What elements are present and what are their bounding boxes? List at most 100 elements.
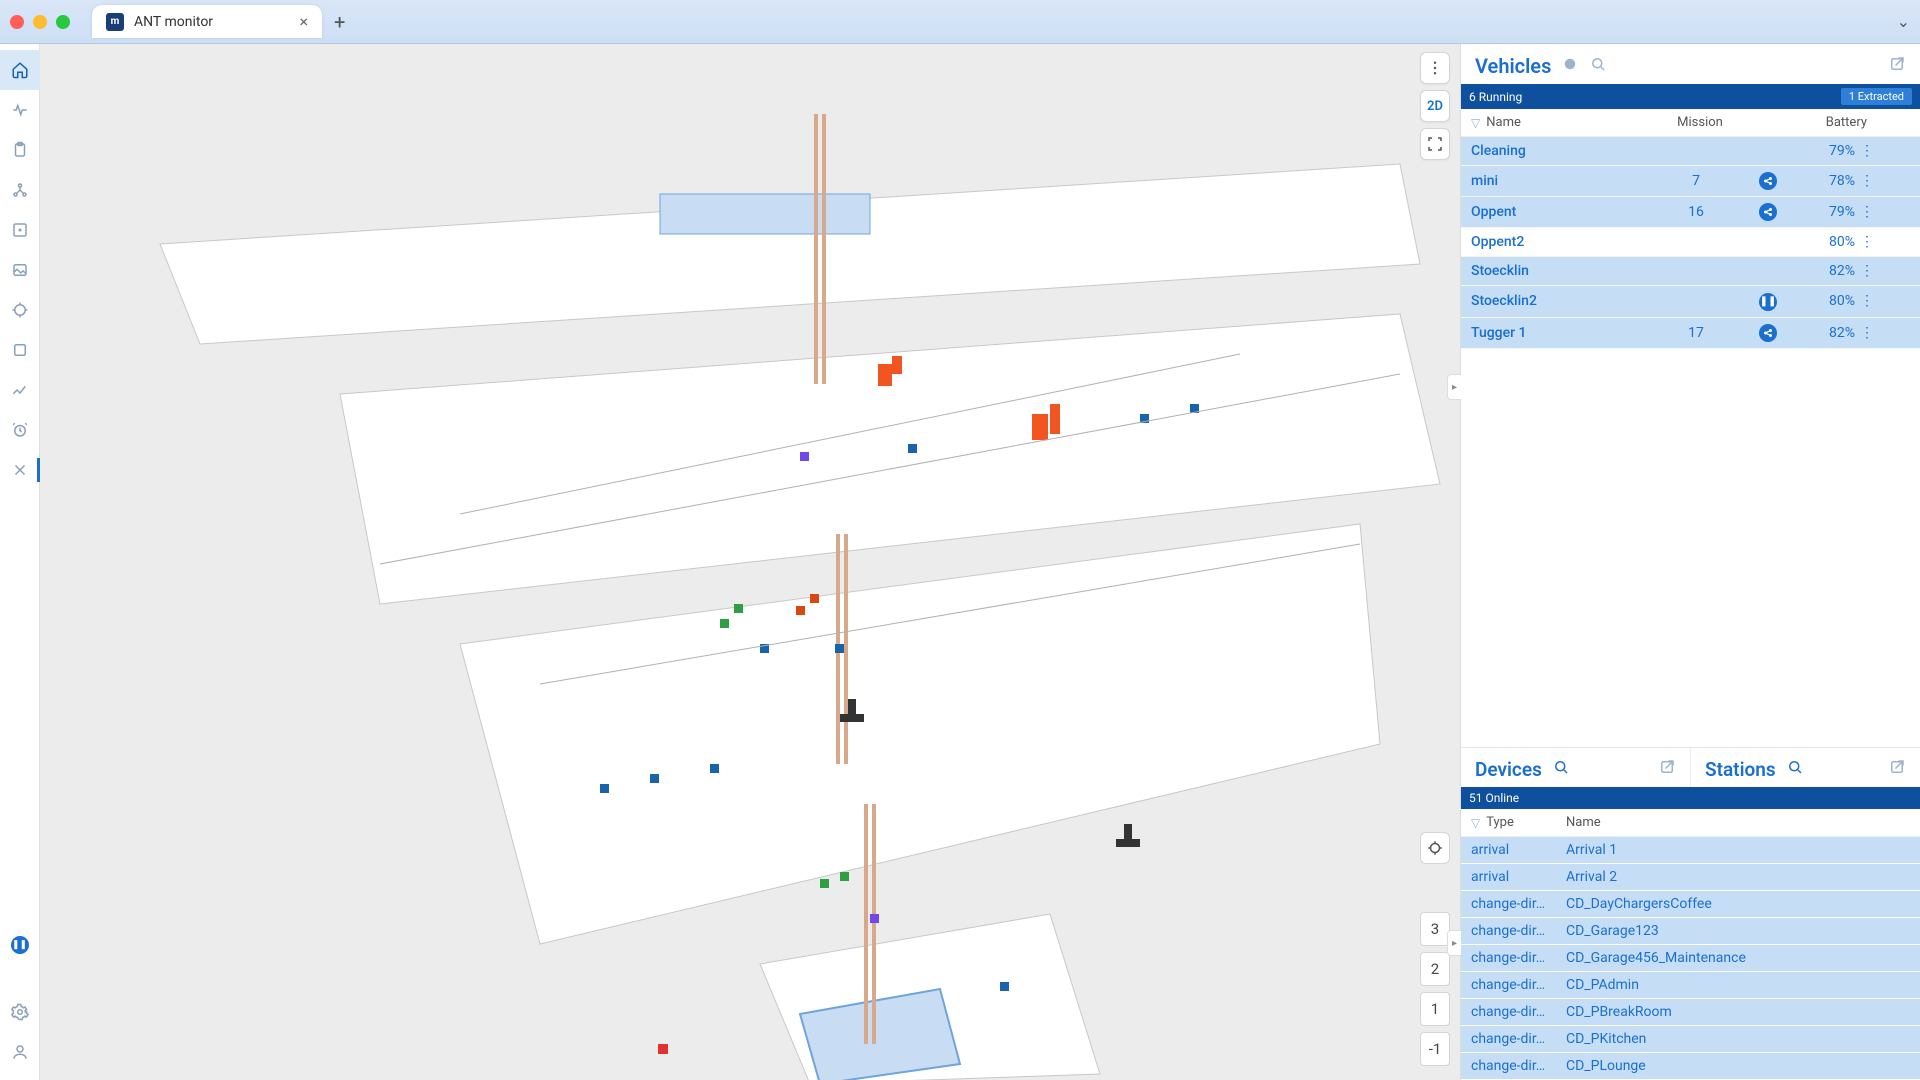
vehicle-name: Tugger 1: [1471, 325, 1527, 341]
sidebar-image[interactable]: [0, 250, 40, 290]
search-icon: [1786, 758, 1804, 776]
sidebar-nodes[interactable]: [0, 170, 40, 210]
close-window-icon[interactable]: [10, 15, 24, 29]
floor-button-1[interactable]: 1: [1420, 992, 1450, 1026]
devices-table-head: ▽ Type Name: [1461, 809, 1920, 837]
vehicle-row[interactable]: Cleaning79%⋮: [1461, 137, 1920, 166]
vehicle-name: mini: [1471, 173, 1498, 189]
device-row[interactable]: change-dir…CD_PKitchen: [1461, 1026, 1920, 1053]
sidebar-chart[interactable]: [0, 370, 40, 410]
vehicle-battery: 80%: [1829, 234, 1855, 250]
expand-button[interactable]: [1420, 128, 1450, 160]
stations-search-button[interactable]: [1786, 758, 1804, 781]
panel-fold-devices[interactable]: ▸: [1447, 930, 1461, 956]
device-type: change-dir…: [1471, 1058, 1545, 1074]
popout-icon: [1888, 55, 1906, 73]
sidebar-square[interactable]: [0, 330, 40, 370]
vehicle-battery: 79%: [1829, 143, 1855, 159]
sidebar-home[interactable]: [0, 50, 40, 90]
device-row[interactable]: arrival Arrival 1: [1461, 837, 1920, 864]
device-row[interactable]: change-dir…CD_PBreakRoom: [1461, 999, 1920, 1026]
vehicle-row[interactable]: Tugger 11782%⋮: [1461, 318, 1920, 349]
device-name: Arrival 1: [1566, 842, 1617, 858]
alarm-icon: [11, 421, 29, 439]
vehicles-status-icon[interactable]: [1561, 54, 1579, 78]
new-tab-button[interactable]: +: [334, 10, 345, 34]
filter-icon[interactable]: ▽: [1471, 116, 1480, 130]
sidebar-settings[interactable]: [0, 992, 40, 1032]
row-more-button[interactable]: ⋮: [1860, 293, 1874, 309]
col-battery-label[interactable]: Battery: [1826, 115, 1867, 130]
vehicles-popout-button[interactable]: [1888, 54, 1906, 78]
devices-header: Devices: [1461, 748, 1691, 787]
device-type: change-dir…: [1471, 923, 1545, 939]
pause-badge-icon[interactable]: ❚❚: [11, 936, 29, 954]
device-name: CD_DayChargersCoffee: [1566, 896, 1712, 912]
row-more-button[interactable]: ⋮: [1860, 143, 1874, 159]
vehicle-row[interactable]: Oppent280%⋮: [1461, 228, 1920, 257]
row-more-button[interactable]: ⋮: [1860, 325, 1874, 341]
stations-popout-button[interactable]: [1888, 758, 1906, 781]
floor-button-3[interactable]: 3: [1420, 912, 1450, 946]
close-tab-icon[interactable]: ×: [299, 12, 308, 31]
vehicle-row[interactable]: mini778%⋮: [1461, 166, 1920, 197]
row-more-button[interactable]: ⋮: [1860, 204, 1874, 220]
devices-online-count: 51 Online: [1469, 791, 1519, 805]
view-mode-button[interactable]: 2D: [1420, 90, 1450, 122]
col-devname-label[interactable]: Name: [1566, 815, 1601, 830]
vehicles-search-button[interactable]: [1589, 54, 1607, 78]
vehicle-row[interactable]: Oppent1679%⋮: [1461, 197, 1920, 228]
vehicle-battery: 79%: [1829, 204, 1855, 220]
clipboard-icon: [11, 141, 29, 159]
map-canvas[interactable]: 2D 3 2 1 -1: [40, 44, 1460, 1080]
tab-title: ANT monitor: [134, 14, 213, 30]
device-row[interactable]: change-dir…CD_Garage456_Maintenance: [1461, 945, 1920, 972]
sidebar-clipboard[interactable]: [0, 130, 40, 170]
devices-table-body: arrivalArrival 1arrivalArrival 2change-d…: [1461, 837, 1920, 1080]
sidebar-tools[interactable]: [0, 450, 40, 490]
chevron-down-icon[interactable]: ⌄: [1897, 12, 1910, 31]
device-row[interactable]: change-dir…CD_PAdmin: [1461, 972, 1920, 999]
maximize-window-icon[interactable]: [56, 15, 70, 29]
devices-search-button[interactable]: [1552, 758, 1570, 781]
device-row[interactable]: change-dir… CD_PLounge: [1461, 1053, 1920, 1080]
minimize-window-icon[interactable]: [33, 15, 47, 29]
floor-label: 3: [1431, 920, 1439, 938]
device-row[interactable]: change-dir…CD_DayChargersCoffee: [1461, 891, 1920, 918]
recenter-button[interactable]: [1420, 832, 1450, 864]
share-icon: [1759, 172, 1777, 190]
sidebar-layout[interactable]: [0, 210, 40, 250]
vehicles-header: Vehicles: [1461, 44, 1920, 84]
home-icon: [11, 61, 29, 79]
filter-icon[interactable]: ▽: [1471, 816, 1480, 830]
floor-button-2[interactable]: 2: [1420, 952, 1450, 986]
sidebar-locate[interactable]: [0, 290, 40, 330]
sidebar-health[interactable]: [0, 90, 40, 130]
device-row[interactable]: arrivalArrival 2: [1461, 864, 1920, 891]
vehicles-running-count: 6 Running: [1469, 90, 1522, 104]
user-icon: [11, 1043, 29, 1061]
vehicle-row[interactable]: Stoecklin2❚❚80%⋮: [1461, 286, 1920, 318]
devices-popout-button[interactable]: [1658, 758, 1676, 781]
sidebar-alarm[interactable]: [0, 410, 40, 450]
row-more-button[interactable]: ⋮: [1860, 263, 1874, 279]
vehicle-battery: 78%: [1829, 173, 1855, 189]
sidebar-left: ❚❚: [0, 44, 40, 1080]
row-more-button[interactable]: ⋮: [1860, 173, 1874, 189]
panel-fold-vehicles[interactable]: ▸: [1447, 374, 1461, 400]
vehicle-row[interactable]: Stoecklin82%⋮: [1461, 257, 1920, 286]
col-mission-label[interactable]: Mission: [1677, 115, 1723, 130]
row-more-button[interactable]: ⋮: [1860, 234, 1874, 250]
layout-icon: [11, 221, 29, 239]
browser-tab[interactable]: m ANT monitor ×: [92, 5, 322, 38]
col-name-label[interactable]: Name: [1486, 115, 1521, 130]
device-name: CD_PLounge: [1566, 1058, 1646, 1074]
sidebar-user[interactable]: [0, 1032, 40, 1072]
popout-icon: [1888, 758, 1906, 776]
floor-button-minus1[interactable]: -1: [1420, 1032, 1450, 1066]
map-menu-button[interactable]: [1420, 52, 1450, 84]
device-row[interactable]: change-dir…CD_Garage123: [1461, 918, 1920, 945]
col-type-label[interactable]: Type: [1486, 815, 1514, 830]
image-icon: [11, 261, 29, 279]
device-type: arrival: [1471, 842, 1509, 858]
